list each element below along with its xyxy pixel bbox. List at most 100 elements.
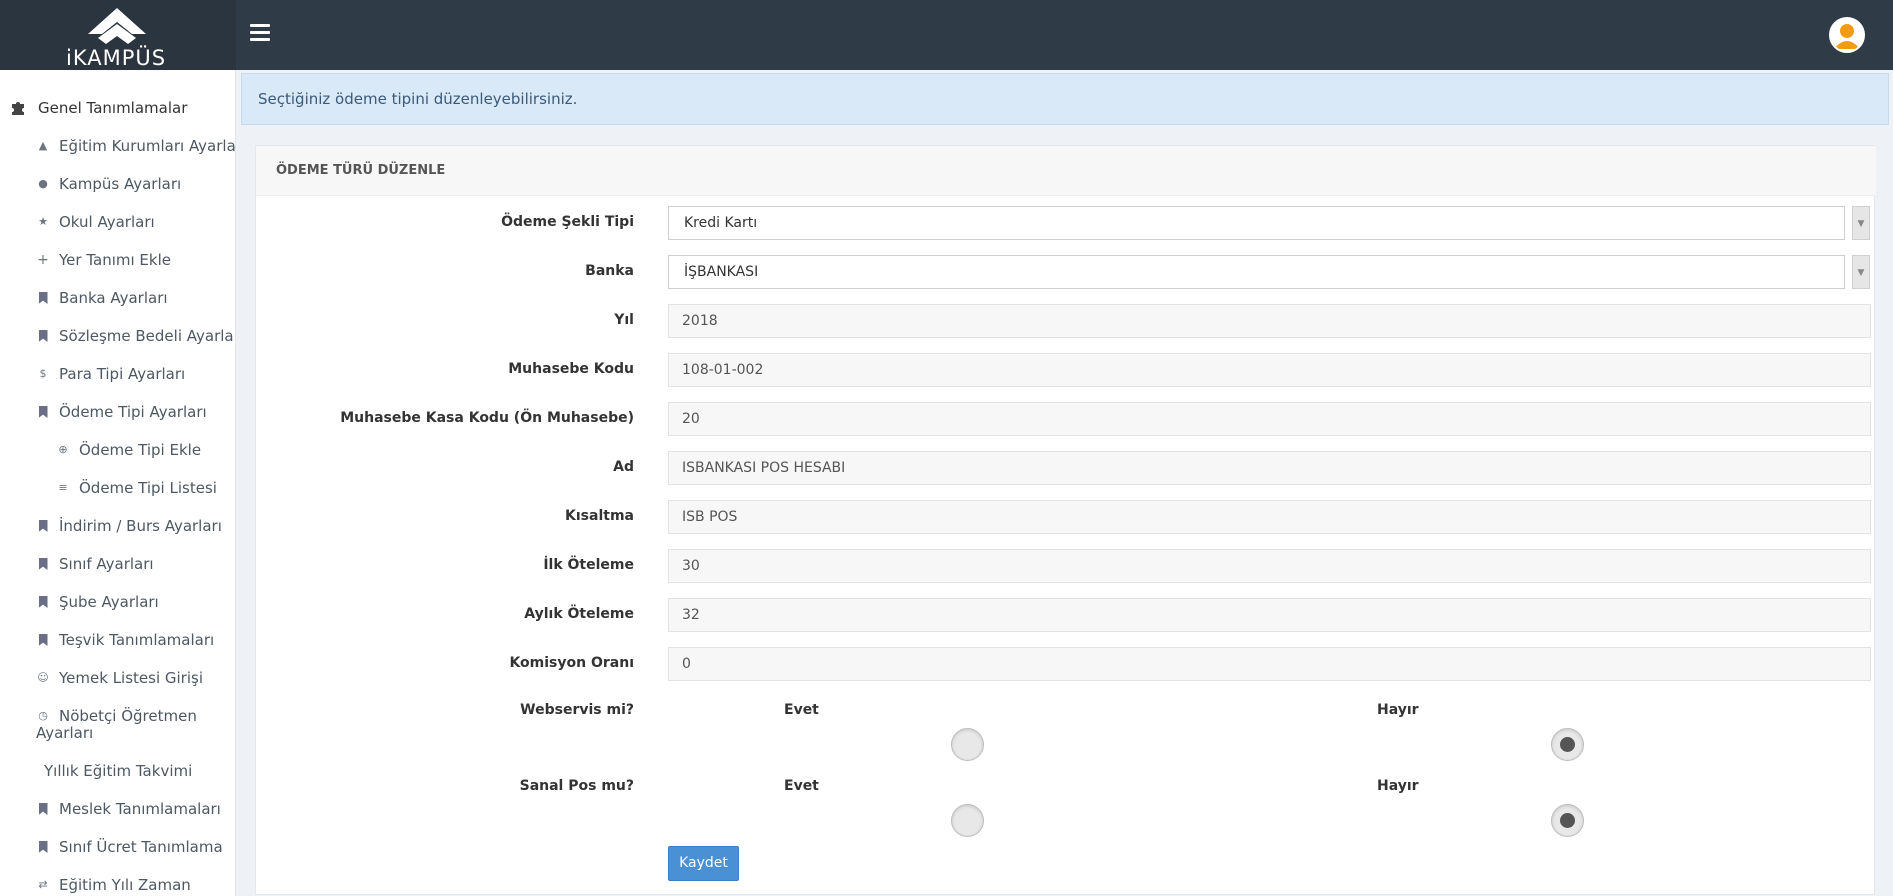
form-label: Kısaltma bbox=[565, 508, 634, 524]
komisyon-orani-input[interactable]: 0 bbox=[668, 647, 1871, 681]
sidebar-item-yillik-egitim-takvimi[interactable]: Yıllık Eğitim Takvimi bbox=[0, 760, 235, 782]
logo-text: iKAMPÜS bbox=[66, 46, 167, 70]
sidebar-item-label: Para Tipi Ayarları bbox=[59, 365, 186, 383]
graduation-cap-icon: ▲ bbox=[38, 139, 48, 152]
hamburger-menu-icon[interactable] bbox=[250, 24, 270, 42]
sidebar-item-label: Yemek Listesi Girişi bbox=[59, 669, 204, 687]
form-label: Yıl bbox=[614, 312, 634, 328]
sidebar-item-label: Meslek Tanımlamaları bbox=[59, 800, 221, 818]
sidebar-item-kampus[interactable]: ● Kampüs Ayarları bbox=[0, 173, 235, 195]
sidebar-item-label: Nöbetçi Öğretmen bbox=[59, 707, 197, 725]
edit-payment-type-panel: ÖDEME TÜRÜ DÜZENLE Ödeme Şekli Tipi Kred… bbox=[255, 145, 1876, 895]
clock-icon: ◷ bbox=[38, 709, 48, 722]
sidebar-partial-item bbox=[10, 70, 170, 76]
sidebar-item-label: Yıllık Eğitim Takvimi bbox=[44, 762, 193, 780]
kasa-kodu-input[interactable]: 20 bbox=[668, 402, 1871, 436]
user-icon bbox=[1831, 19, 1863, 51]
form-row-yil: Yıl 2018 bbox=[256, 304, 1876, 338]
sidebar-item-sube[interactable]: Şube Ayarları bbox=[0, 591, 235, 613]
sidebar-item-para-tipi[interactable]: $ Para Tipi Ayarları bbox=[0, 363, 235, 385]
sidebar-item-okul[interactable]: ★ Okul Ayarları bbox=[0, 211, 235, 233]
save-button[interactable]: Kaydet bbox=[668, 846, 739, 881]
sidebar-item-yer-tanimi[interactable]: + Yer Tanımı Ekle bbox=[0, 249, 235, 271]
sidebar-item-tesvik[interactable]: Teşvik Tanımlamaları bbox=[0, 629, 235, 651]
sidebar-item-yemek-listesi[interactable]: ☺ Yemek Listesi Girişi bbox=[0, 667, 235, 689]
ad-input[interactable]: ISBANKASI POS HESABI bbox=[668, 451, 1871, 485]
top-bar: iKAMPÜS bbox=[0, 0, 1893, 70]
plus-circle-icon: ⊕ bbox=[58, 443, 68, 456]
bookmark-icon bbox=[36, 802, 50, 816]
sidebar-item-nobetci-ogretmen[interactable]: ◷ Nöbetçi Öğretmen Ayarları bbox=[0, 705, 235, 745]
odeme-sekli-tipi-select[interactable]: Kredi Kartı bbox=[668, 206, 1845, 240]
plus-icon: + bbox=[37, 252, 49, 268]
logo-mark-icon bbox=[88, 8, 146, 44]
sidebar-item-sozlesme[interactable]: Sözleşme Bedeli Ayarları bbox=[0, 325, 235, 347]
sidebar-item-indirim-burs[interactable]: İndirim / Burs Ayarları bbox=[0, 515, 235, 537]
form-row-komisyon-orani: Komisyon Oranı 0 bbox=[256, 647, 1876, 681]
bookmark-icon bbox=[36, 595, 50, 609]
kisaltma-input[interactable]: ISB POS bbox=[668, 500, 1871, 534]
sidebar-item-label: Teşvik Tanımlamaları bbox=[59, 631, 215, 649]
map-pin-icon: ● bbox=[38, 177, 48, 190]
sidebar-item-banka[interactable]: Banka Ayarları bbox=[0, 287, 235, 309]
sidebar-item-egitim-yili-zaman[interactable]: ⇄ Eğitim Yılı Zaman bbox=[0, 874, 235, 896]
form-label: Muhasebe Kodu bbox=[508, 361, 634, 377]
sidebar-item-odeme-tipi-ekle[interactable]: ⊕ Ödeme Tipi Ekle bbox=[0, 439, 235, 461]
sidebar-item-label: Sınıf Ücret Tanımlama bbox=[59, 838, 223, 856]
form-label: Webservis mi? bbox=[520, 702, 634, 718]
sidebar-item-odeme-tipi-listesi[interactable]: ≡ Ödeme Tipi Listesi bbox=[0, 477, 235, 499]
bookmark-icon bbox=[36, 329, 50, 343]
star-icon: ★ bbox=[38, 215, 48, 228]
sidebar-item-label: Ödeme Tipi Ekle bbox=[79, 441, 202, 459]
bookmark-icon bbox=[36, 519, 50, 533]
form-row-muhasebe-kodu: Muhasebe Kodu 108-01-002 bbox=[256, 353, 1876, 387]
sidebar-item-sinif[interactable]: Sınıf Ayarları bbox=[0, 553, 235, 575]
yil-input[interactable]: 2018 bbox=[668, 304, 1871, 338]
form-label: Komisyon Oranı bbox=[509, 655, 634, 671]
sidebar-item-label: Eğitim Yılı Zaman bbox=[59, 876, 191, 894]
form-label: İlk Öteleme bbox=[543, 557, 634, 573]
info-alert: Seçtiğiniz ödeme tipini düzenleyebilirsi… bbox=[241, 73, 1889, 125]
logo[interactable]: iKAMPÜS bbox=[0, 0, 236, 70]
muhasebe-kodu-input[interactable]: 108-01-002 bbox=[668, 353, 1871, 387]
sidebar-item-label: İndirim / Burs Ayarları bbox=[59, 517, 222, 535]
form-row-kasa-kodu: Muhasebe Kasa Kodu (Ön Muhasebe) 20 bbox=[256, 402, 1876, 436]
puzzle-icon bbox=[10, 100, 26, 116]
sidebar-item-label: Eğitim Kurumları Ayarları bbox=[59, 137, 236, 155]
sidebar-item-odeme-tipi[interactable]: Ödeme Tipi Ayarları bbox=[0, 401, 235, 423]
sidebar-item-genel-tanimlamalar[interactable]: Genel Tanımlamalar bbox=[0, 97, 235, 119]
radio-label-evet: Evet bbox=[784, 702, 819, 718]
bookmark-icon bbox=[36, 405, 50, 419]
sidebar-item-label: Ödeme Tipi Listesi bbox=[79, 479, 217, 497]
exchange-icon: ⇄ bbox=[38, 878, 48, 891]
radio-label-hayir: Hayır bbox=[1377, 702, 1419, 718]
sanal-pos-hayir-radio[interactable] bbox=[1551, 804, 1584, 837]
banka-select[interactable]: İŞBANKASI bbox=[668, 255, 1845, 289]
form-label: Muhasebe Kasa Kodu (Ön Muhasebe) bbox=[340, 410, 634, 426]
sidebar-item-label: Genel Tanımlamalar bbox=[38, 99, 188, 117]
user-avatar[interactable] bbox=[1829, 17, 1865, 53]
sanal-pos-evet-radio[interactable] bbox=[951, 804, 984, 837]
webservis-evet-radio[interactable] bbox=[951, 728, 984, 761]
form-label: Ad bbox=[613, 459, 634, 475]
form-row-banka: Banka İŞBANKASI ▼ bbox=[256, 255, 1876, 289]
bookmark-icon bbox=[36, 291, 50, 305]
bookmark-icon bbox=[36, 840, 50, 854]
sidebar-item-label: Şube Ayarları bbox=[59, 593, 159, 611]
ilk-oteleme-input[interactable]: 30 bbox=[668, 549, 1871, 583]
chevron-down-icon[interactable]: ▼ bbox=[1852, 206, 1870, 240]
sidebar-item-label-line2: Ayarları bbox=[36, 724, 94, 742]
form-label: Sanal Pos mu? bbox=[519, 778, 634, 794]
form-label: Banka bbox=[585, 263, 634, 279]
webservis-hayir-radio[interactable] bbox=[1551, 728, 1584, 761]
dollar-icon: $ bbox=[39, 367, 47, 380]
form-row-aylik-oteleme: Aylık Öteleme 32 bbox=[256, 598, 1876, 632]
sidebar-item-egitim-kurumlari[interactable]: ▲ Eğitim Kurumları Ayarları bbox=[0, 135, 236, 157]
chevron-down-icon[interactable]: ▼ bbox=[1852, 255, 1870, 289]
bookmark-icon bbox=[36, 633, 50, 647]
form-label: Aylık Öteleme bbox=[524, 606, 634, 622]
smile-icon: ☺ bbox=[37, 671, 49, 684]
sidebar-item-meslek[interactable]: Meslek Tanımlamaları bbox=[0, 798, 235, 820]
aylik-oteleme-input[interactable]: 32 bbox=[668, 598, 1871, 632]
sidebar-item-sinif-ucret[interactable]: Sınıf Ücret Tanımlama bbox=[0, 836, 235, 858]
